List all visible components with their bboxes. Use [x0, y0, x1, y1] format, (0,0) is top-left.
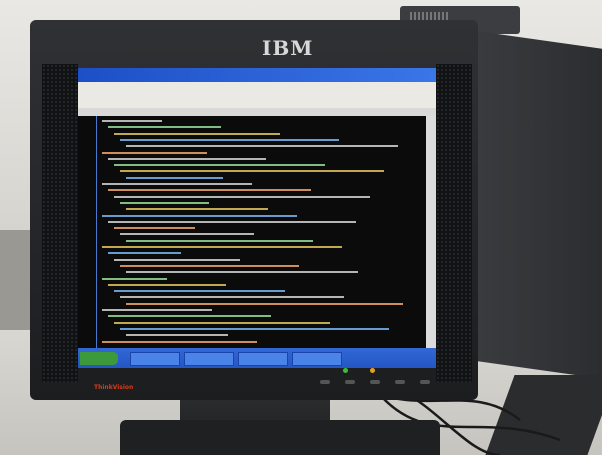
code-line — [102, 277, 167, 280]
code-line — [108, 126, 221, 129]
monitor-screen — [78, 68, 436, 368]
code-line — [126, 208, 268, 211]
taskbar-item — [184, 352, 234, 366]
start-button — [80, 352, 118, 365]
code-line — [120, 170, 384, 173]
code-line — [108, 252, 181, 255]
code-line — [102, 151, 207, 154]
code-line — [102, 340, 257, 343]
code-line — [126, 239, 313, 242]
taskbar-item — [238, 352, 288, 366]
brand-logo: IBM — [262, 36, 314, 60]
code-line — [120, 327, 389, 330]
code-line — [114, 227, 195, 230]
code-line — [120, 233, 254, 236]
code-editor — [78, 116, 426, 348]
editor-titlebar — [78, 68, 436, 82]
code-line — [108, 283, 226, 286]
code-line — [114, 258, 240, 261]
code-line — [102, 246, 342, 248]
model-logo: ThinkVision — [94, 384, 134, 391]
line-number-gutter — [78, 116, 97, 348]
code-line — [102, 214, 297, 217]
code-line — [114, 164, 325, 167]
right-speaker-icon — [436, 64, 472, 382]
control-button — [345, 380, 355, 384]
control-button — [395, 380, 405, 384]
code-line — [120, 296, 344, 299]
taskbar-item — [130, 352, 180, 366]
code-line — [126, 271, 358, 274]
code-line — [108, 189, 311, 192]
code-line — [126, 176, 223, 179]
photo-scene: IBM ThinkVision — [0, 0, 602, 455]
code-line — [126, 145, 398, 148]
code-line — [120, 264, 299, 267]
code-line — [114, 290, 285, 293]
power-led — [343, 368, 348, 373]
taskbar-item — [292, 352, 342, 366]
left-speaker-icon — [42, 64, 78, 382]
power-button-icon — [320, 380, 330, 384]
code-line — [120, 138, 339, 141]
monitor-base — [120, 420, 440, 455]
code-line — [102, 183, 252, 185]
code-line — [114, 321, 330, 324]
code-line — [114, 132, 280, 135]
code-line — [114, 195, 370, 198]
code-line — [108, 220, 356, 223]
code-line — [108, 315, 271, 318]
vertical-scrollbar — [426, 116, 436, 348]
editor-toolbar — [78, 82, 436, 108]
status-led — [370, 368, 375, 373]
control-button — [370, 380, 380, 384]
code-line — [126, 302, 403, 305]
code-line — [108, 157, 266, 160]
code-line — [102, 120, 162, 122]
code-line — [102, 309, 212, 311]
code-line — [126, 334, 228, 337]
control-button — [420, 380, 430, 384]
code-line — [120, 201, 209, 204]
